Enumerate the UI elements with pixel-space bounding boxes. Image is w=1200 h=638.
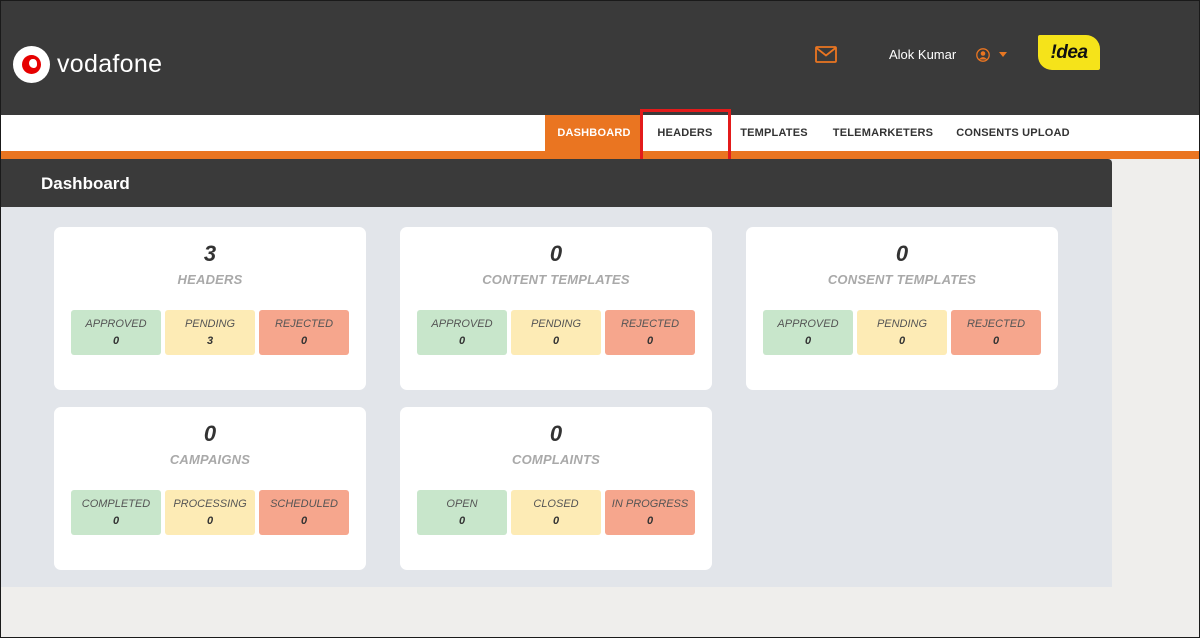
card-count: 0 bbox=[203, 421, 217, 446]
stat-label: OPEN bbox=[446, 498, 478, 510]
complaints-card[interactable]: 0 COMPLAINTS OPEN 0 CLOSED 0 IN PROGRESS… bbox=[400, 407, 712, 570]
stat-label: PROCESSING bbox=[173, 498, 247, 510]
caret-down-icon[interactable] bbox=[999, 52, 1007, 57]
vodafone-speechmark-icon bbox=[13, 46, 50, 83]
stat-pending[interactable]: PENDING 0 bbox=[511, 310, 601, 355]
app-window: vodafone Alok Kumar !dea DASHBOARD HEADE… bbox=[0, 0, 1200, 638]
page-title: Dashboard bbox=[41, 174, 130, 193]
stat-label: PENDING bbox=[530, 318, 582, 330]
headers-highlight-box bbox=[640, 109, 731, 166]
stat-value: 0 bbox=[646, 335, 654, 347]
stat-label: APPROVED bbox=[431, 318, 493, 330]
card-count: 0 bbox=[895, 241, 909, 266]
stat-approved[interactable]: APPROVED 0 bbox=[71, 310, 161, 355]
stat-value: 0 bbox=[646, 515, 654, 527]
top-header: vodafone Alok Kumar !dea bbox=[1, 1, 1199, 115]
stat-rejected[interactable]: REJECTED 0 bbox=[951, 310, 1041, 355]
stat-rejected[interactable]: REJECTED 0 bbox=[605, 310, 695, 355]
stat-scheduled[interactable]: SCHEDULED 0 bbox=[259, 490, 349, 535]
stat-pending[interactable]: PENDING 0 bbox=[857, 310, 947, 355]
stat-completed[interactable]: COMPLETED 0 bbox=[71, 490, 161, 535]
card-label: CAMPAIGNS bbox=[169, 452, 251, 467]
stat-label: REJECTED bbox=[274, 318, 334, 330]
stat-processing[interactable]: PROCESSING 0 bbox=[165, 490, 255, 535]
card-label: HEADERS bbox=[177, 272, 243, 287]
nav-templates[interactable]: TEMPLATES bbox=[727, 115, 821, 151]
stat-label: PENDING bbox=[184, 318, 236, 330]
stat-value: 0 bbox=[552, 515, 560, 527]
stat-value: 0 bbox=[300, 515, 308, 527]
stat-value: 0 bbox=[804, 335, 812, 347]
stat-value: 0 bbox=[112, 335, 120, 347]
nav-telemarketers[interactable]: TELEMARKETERS bbox=[821, 115, 945, 151]
stat-label: IN PROGRESS bbox=[611, 498, 689, 510]
stat-open[interactable]: OPEN 0 bbox=[417, 490, 507, 535]
stat-value: 0 bbox=[898, 335, 906, 347]
card-label: COMPLAINTS bbox=[512, 452, 600, 467]
stat-value: 0 bbox=[458, 515, 466, 527]
stat-value: 3 bbox=[206, 335, 214, 347]
stat-label: SCHEDULED bbox=[270, 498, 338, 510]
headers-card[interactable]: 3 HEADERS APPROVED 0 PENDING 3 REJECTED … bbox=[54, 227, 366, 390]
stat-label: CLOSED bbox=[533, 498, 579, 510]
card-label: CONSENT TEMPLATES bbox=[827, 272, 977, 287]
dashboard-panel: Dashboard 3 HEADERS APPROVED 0 PENDING 3… bbox=[1, 159, 1112, 587]
stat-value: 0 bbox=[552, 335, 560, 347]
stat-label: APPROVED bbox=[85, 318, 147, 330]
stat-value: 0 bbox=[112, 515, 120, 527]
user-name[interactable]: Alok Kumar bbox=[889, 47, 956, 62]
stat-value: 0 bbox=[206, 515, 214, 527]
stat-value: 0 bbox=[458, 335, 466, 347]
stat-in-progress[interactable]: IN PROGRESS 0 bbox=[605, 490, 695, 535]
stat-approved[interactable]: APPROVED 0 bbox=[417, 310, 507, 355]
stat-value: 0 bbox=[992, 335, 1000, 347]
nav-accent-stripe bbox=[1, 151, 1199, 159]
nav-dashboard[interactable]: DASHBOARD bbox=[545, 115, 643, 151]
stat-label: PENDING bbox=[876, 318, 928, 330]
stat-approved[interactable]: APPROVED 0 bbox=[763, 310, 853, 355]
card-count: 0 bbox=[549, 241, 563, 266]
mail-icon[interactable] bbox=[815, 46, 837, 63]
card-label: CONTENT TEMPLATES bbox=[482, 272, 630, 287]
consent-templates-card[interactable]: 0 CONSENT TEMPLATES APPROVED 0 PENDING 0… bbox=[746, 227, 1058, 390]
stat-label: REJECTED bbox=[620, 318, 680, 330]
stat-pending[interactable]: PENDING 3 bbox=[165, 310, 255, 355]
content-templates-card[interactable]: 0 CONTENT TEMPLATES APPROVED 0 PENDING 0… bbox=[400, 227, 712, 390]
stat-label: REJECTED bbox=[966, 318, 1026, 330]
vodafone-logo[interactable]: vodafone bbox=[13, 46, 162, 83]
stat-label: APPROVED bbox=[777, 318, 839, 330]
panel-header: Dashboard bbox=[1, 159, 1112, 207]
stat-value: 0 bbox=[300, 335, 308, 347]
user-circle-icon[interactable] bbox=[976, 48, 990, 62]
stat-label: COMPLETED bbox=[81, 498, 151, 510]
idea-logo: !dea bbox=[1038, 35, 1100, 70]
stat-rejected[interactable]: REJECTED 0 bbox=[259, 310, 349, 355]
idea-logo-text: !dea bbox=[1050, 41, 1088, 63]
card-count: 0 bbox=[549, 421, 563, 446]
stat-closed[interactable]: CLOSED 0 bbox=[511, 490, 601, 535]
campaigns-card[interactable]: 0 CAMPAIGNS COMPLETED 0 PROCESSING 0 SCH… bbox=[54, 407, 366, 570]
brand-name: vodafone bbox=[57, 50, 163, 78]
nav-consents-upload[interactable]: CONSENTS UPLOAD bbox=[945, 115, 1081, 151]
card-count: 3 bbox=[203, 241, 217, 266]
